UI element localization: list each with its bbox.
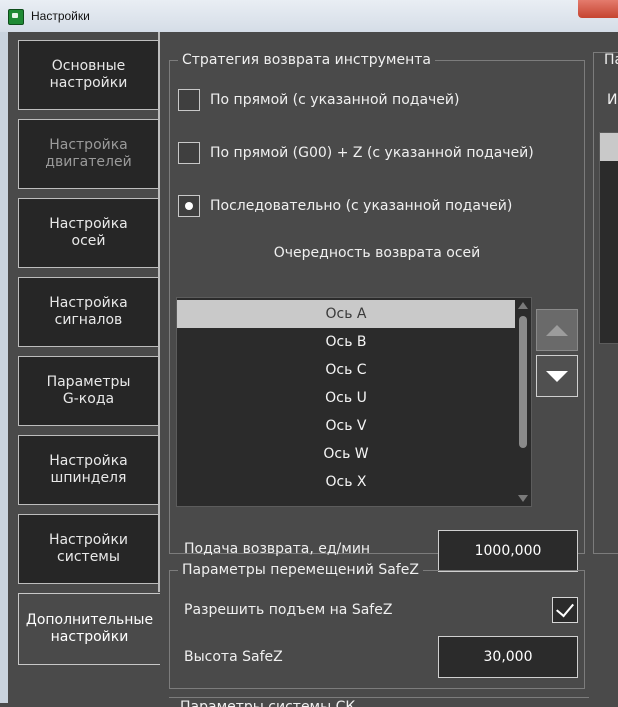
tab-1[interactable]: Основные настройки (18, 40, 158, 110)
option-sequential[interactable]: Последовательно (с указанной подачей) (178, 195, 512, 217)
option-straight-feed[interactable]: По прямой (с указанной подачей) (178, 89, 459, 111)
safez-height-input[interactable]: 30,000 (438, 636, 578, 678)
tab-7[interactable]: Настройки системы (18, 514, 158, 584)
arrow-up-icon (546, 324, 568, 336)
tab-label: Настройки системы (48, 532, 129, 565)
tab-label: Настройка сигналов (49, 295, 128, 328)
option-straight-g00-z-checkbox[interactable] (178, 142, 200, 164)
return-strategy-title: Стратегия возврата инструмента (178, 52, 435, 68)
bottom-group-border (169, 697, 589, 698)
option-sequential-radio[interactable] (178, 195, 200, 217)
axis-list-item[interactable]: Ось U (177, 384, 515, 412)
tab-4[interactable]: Настройка сигналов (18, 277, 158, 347)
option-straight-feed-label: По прямой (с указанной подачей) (210, 92, 460, 108)
checkmark-icon (556, 598, 574, 618)
bottom-group-title: Параметры системы СК (180, 699, 356, 707)
axis-order-title: Очередность возврата осей (273, 245, 481, 261)
arrow-down-icon (546, 370, 568, 382)
title-bar: Настройки (0, 0, 618, 33)
right-panel-title: Па (604, 52, 618, 68)
tab-label: Параметры G-кода (46, 374, 131, 407)
tab-label: Настройка шпинделя (49, 453, 128, 486)
right-panel-label: Ис (607, 92, 618, 108)
right-list-selected-item[interactable] (600, 133, 618, 161)
window-frame (0, 32, 8, 703)
close-button[interactable] (578, 0, 618, 18)
tab-label: Настройка осей (49, 216, 128, 249)
axis-list-item[interactable]: Ось W (177, 440, 515, 468)
sidebar-divider (158, 32, 160, 592)
axis-order-list[interactable]: Ось A Ось B Ось C Ось U Ось V Ось W Ось X (176, 297, 532, 507)
scroll-up-arrow-icon[interactable] (518, 302, 528, 309)
feed-input[interactable]: 1000,000 (438, 530, 578, 572)
option-straight-g00-z-label: По прямой (G00) + Z (с указанной подачей… (210, 145, 534, 161)
feed-label: Подача возврата, ед/мин (184, 541, 371, 557)
safez-title: Параметры перемещений SafeZ (178, 562, 423, 578)
axis-list-item[interactable]: Ось X (177, 468, 515, 496)
return-strategy-group: Стратегия возврата инструмента По прямой… (169, 52, 585, 572)
axis-list-scrollbar[interactable] (515, 298, 531, 506)
scroll-thumb[interactable] (519, 316, 527, 448)
tab-label: Основные настройки (49, 58, 128, 91)
option-straight-g00-z[interactable]: По прямой (G00) + Z (с указанной подачей… (178, 142, 534, 164)
axis-list-item[interactable]: Ось A (177, 300, 515, 328)
move-down-button[interactable] (536, 355, 578, 397)
safez-height-label: Высота SafeZ (184, 649, 283, 665)
move-up-button[interactable] (536, 309, 578, 351)
tab-2[interactable]: Настройка двигателей (18, 119, 158, 189)
axis-list-item[interactable]: Ось C (177, 356, 515, 384)
tab-6[interactable]: Настройка шпинделя (18, 435, 158, 505)
option-straight-feed-checkbox[interactable] (178, 89, 200, 111)
allow-safez-label: Разрешить подъем на SafeZ (184, 602, 393, 618)
tab-5[interactable]: Параметры G-кода (18, 356, 158, 426)
window-title: Настройки (31, 9, 90, 23)
scroll-down-arrow-icon[interactable] (518, 495, 528, 502)
allow-safez-checkbox[interactable] (552, 597, 578, 623)
settings-content: Основные настройки Настройка двигателей На… (8, 32, 618, 707)
axis-list-item[interactable]: Ось V (177, 412, 515, 440)
app-icon (8, 9, 24, 25)
safez-group: Параметры перемещений SafeZ Разрешить по… (169, 562, 585, 689)
tab-8[interactable]: Дополнительные настройки (18, 593, 160, 665)
right-panel-list[interactable] (599, 132, 618, 344)
tab-label: Дополнительные настройки (25, 612, 154, 645)
tab-label: Настройка двигателей (45, 137, 132, 170)
axis-list-item[interactable]: Ось B (177, 328, 515, 356)
option-sequential-label: Последовательно (с указанной подачей) (210, 198, 513, 214)
tab-3[interactable]: Настройка осей (18, 198, 158, 268)
